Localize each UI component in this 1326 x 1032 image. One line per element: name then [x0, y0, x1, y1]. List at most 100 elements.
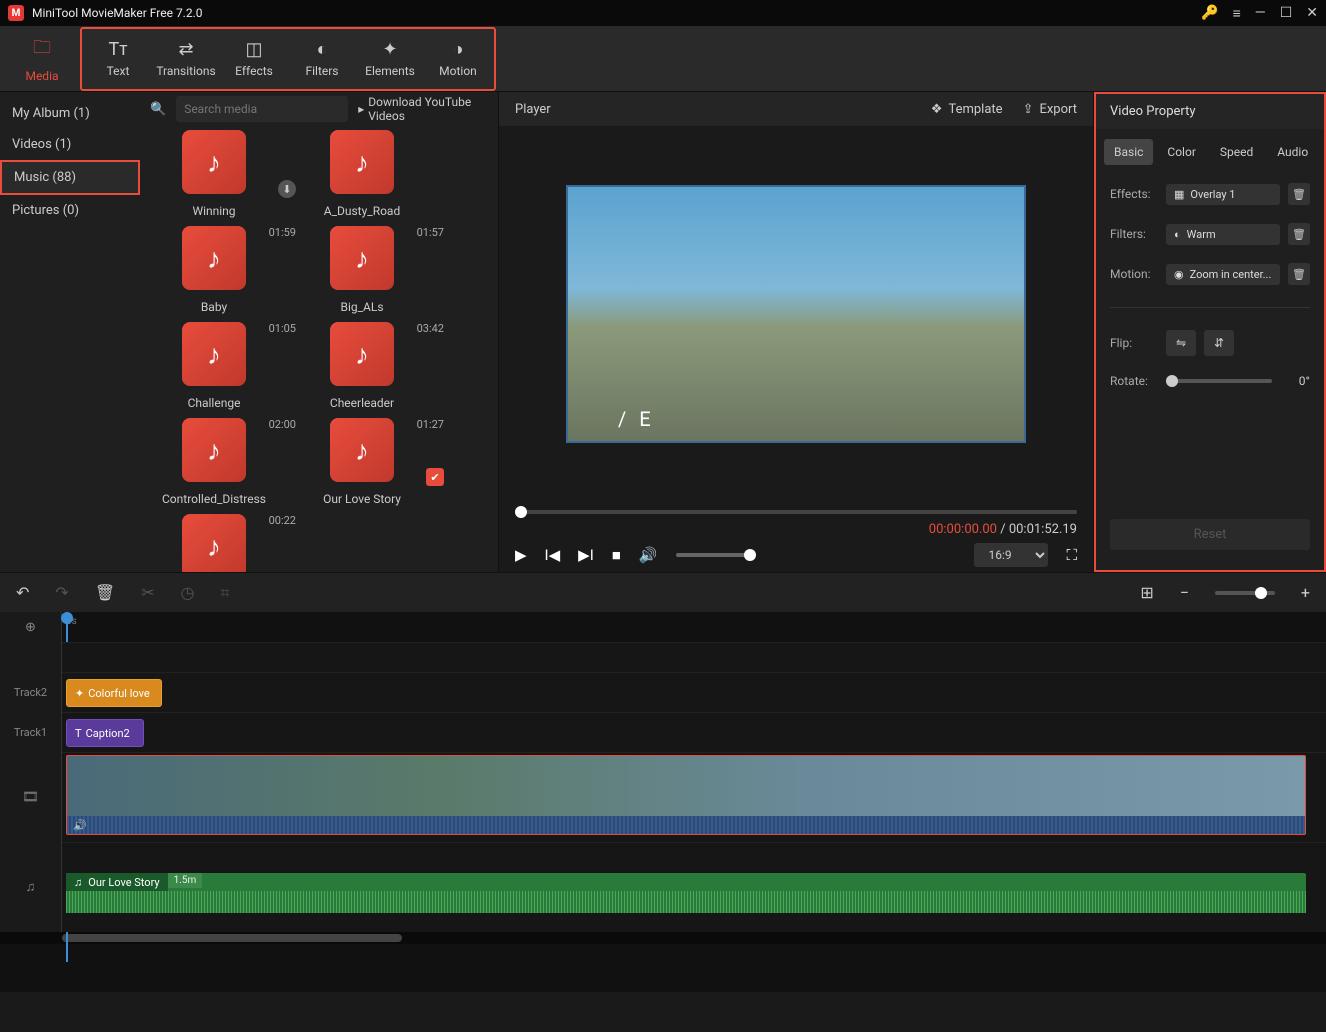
sidebar-item-videos[interactable]: Videos (1): [0, 129, 140, 160]
next-frame-button[interactable]: ▶I: [578, 546, 594, 564]
text-icon: T: [75, 727, 82, 740]
sidebar-item-music[interactable]: Music (88): [0, 160, 140, 195]
play-button[interactable]: ▶: [515, 546, 527, 564]
track1-label: Track1: [0, 712, 62, 752]
rotate-value: 0°: [1280, 374, 1310, 388]
media-item[interactable]: ♪ 02:00 Controlled_Distress: [150, 418, 278, 506]
redo-button[interactable]: ↷: [55, 583, 68, 602]
tab-motion[interactable]: ◑Motion: [424, 31, 492, 87]
filter-icon: ◐: [1174, 228, 1181, 241]
aspect-select[interactable]: 16:9: [974, 543, 1048, 567]
preview-image[interactable]: [566, 185, 1026, 443]
media-panel: 🔍 ▸Download YouTube Videos ♪ ⬇ Winning♪ …: [140, 92, 498, 572]
prev-frame-button[interactable]: I◀: [545, 546, 561, 564]
motion-chip[interactable]: ◉Zoom in center...: [1166, 264, 1280, 285]
close-button[interactable]: ✕: [1306, 5, 1318, 21]
tab-elements[interactable]: ✦Elements: [356, 31, 424, 87]
media-item[interactable]: ♪ 01:27 ✔ Our Love Story: [298, 418, 426, 506]
music-icon: ♪: [182, 130, 246, 194]
video-track-icon: 🎞: [0, 752, 62, 842]
tab-media[interactable]: 🗀 Media: [8, 31, 76, 87]
clip-caption2[interactable]: TCaption2: [66, 719, 144, 747]
delete-motion-button[interactable]: 🗑: [1288, 263, 1310, 285]
reset-button[interactable]: Reset: [1110, 519, 1310, 550]
minimize-button[interactable]: —: [1255, 5, 1266, 21]
music-icon: ♪: [330, 322, 394, 386]
player-panel: Player ❖Template ⇪Export 00:00:00.00 / 0…: [498, 92, 1094, 572]
media-item[interactable]: ♪ ⬇ Winning: [150, 130, 278, 218]
player-label: Player: [515, 102, 551, 117]
volume-icon[interactable]: 🔊: [639, 546, 658, 564]
export-button[interactable]: ⇪Export: [1023, 102, 1077, 117]
flip-vertical-button[interactable]: ⇵: [1204, 330, 1234, 356]
prop-tab-basic[interactable]: Basic: [1104, 139, 1153, 165]
check-icon: ✔: [426, 468, 444, 486]
tab-filters[interactable]: ◐Filters: [288, 31, 356, 87]
search-input[interactable]: [176, 96, 348, 122]
sidebar-item-myalbum[interactable]: My Album (1): [0, 98, 140, 129]
delete-button[interactable]: 🗑: [95, 583, 115, 602]
timeline-ruler[interactable]: 0s: [62, 612, 1326, 642]
prop-tab-audio[interactable]: Audio: [1267, 139, 1318, 165]
menu-icon[interactable]: ≡: [1233, 5, 1241, 22]
rotate-label: Rotate:: [1110, 374, 1158, 388]
media-name: Our Love Story: [323, 492, 401, 506]
effects-chip[interactable]: ▦Overlay 1: [1166, 184, 1280, 205]
delete-filters-button[interactable]: 🗑: [1288, 223, 1310, 245]
timeline-scrollbar[interactable]: [0, 932, 1326, 944]
video-clip[interactable]: 🔊: [66, 755, 1306, 835]
motion-label: Motion:: [1110, 267, 1158, 281]
zoom-slider[interactable]: [1215, 591, 1275, 595]
crop-button[interactable]: ⌗: [221, 583, 230, 603]
music-icon: ♫: [74, 876, 82, 889]
app-title: MiniTool MovieMaker Free 7.2.0: [32, 6, 1201, 20]
prop-tab-speed[interactable]: Speed: [1210, 139, 1263, 165]
duration-label: 02:00: [269, 418, 296, 431]
clip-colorful-love[interactable]: ✦Colorful love: [66, 679, 162, 707]
media-item[interactable]: ♪ 03:42 Cheerleader: [298, 322, 426, 410]
fit-button[interactable]: ⊞: [1140, 583, 1153, 602]
media-name: Winning: [192, 204, 235, 218]
star-icon: ✦: [75, 687, 84, 700]
seek-slider[interactable]: [515, 510, 1077, 514]
speed-button[interactable]: ◷: [181, 583, 195, 602]
maximize-button[interactable]: ☐: [1280, 5, 1293, 21]
app-logo-icon: M: [8, 5, 24, 21]
prop-tab-color[interactable]: Color: [1157, 139, 1205, 165]
duration-label: 01:27: [417, 418, 444, 431]
key-icon[interactable]: 🔑: [1201, 5, 1218, 21]
add-track-button[interactable]: ⊕: [0, 612, 62, 642]
download-youtube-link[interactable]: ▸Download YouTube Videos: [358, 95, 488, 123]
undo-button[interactable]: ↶: [16, 583, 29, 602]
media-name: Cheerleader: [330, 396, 394, 410]
main-toolbar: 🗀 Media TᴛText ⇄Transitions ◫Effects ◐Fi…: [0, 26, 1326, 92]
flip-horizontal-button[interactable]: ⇋: [1166, 330, 1196, 356]
tab-transitions[interactable]: ⇄Transitions: [152, 31, 220, 87]
delete-effects-button[interactable]: 🗑: [1288, 183, 1310, 205]
audio-clip[interactable]: ♫Our Love Story 1.5m: [66, 873, 1306, 913]
elements-icon: ✦: [382, 39, 397, 60]
sidebar-item-pictures[interactable]: Pictures (0): [0, 195, 140, 226]
zoom-in-button[interactable]: +: [1301, 583, 1310, 602]
template-button[interactable]: ❖Template: [931, 102, 1003, 117]
music-icon: ♪: [182, 322, 246, 386]
filters-chip[interactable]: ◐Warm: [1166, 224, 1280, 245]
fullscreen-button[interactable]: ⛶: [1066, 546, 1077, 564]
music-icon: ♪: [182, 226, 246, 290]
speaker-icon: 🔊: [73, 819, 87, 832]
tab-effects[interactable]: ◫Effects: [220, 31, 288, 87]
media-item[interactable]: ♪ 01:05 Challenge: [150, 322, 278, 410]
stop-button[interactable]: ■: [612, 546, 621, 564]
tab-text[interactable]: TᴛText: [84, 31, 152, 87]
media-item[interactable]: ♪ A_Dusty_Road: [298, 130, 426, 218]
rotate-slider[interactable]: [1166, 379, 1272, 383]
split-button[interactable]: ✂: [141, 583, 154, 602]
volume-slider[interactable]: [676, 553, 756, 557]
zoom-out-button[interactable]: −: [1180, 583, 1189, 602]
download-icon[interactable]: ⬇: [278, 180, 296, 198]
text-icon: Tᴛ: [109, 39, 128, 60]
template-icon: ❖: [931, 102, 943, 117]
media-item[interactable]: ♪ 01:57 Big_ALs: [298, 226, 426, 314]
media-item[interactable]: ♪ 00:22: [150, 514, 278, 572]
media-item[interactable]: ♪ 01:59 Baby: [150, 226, 278, 314]
